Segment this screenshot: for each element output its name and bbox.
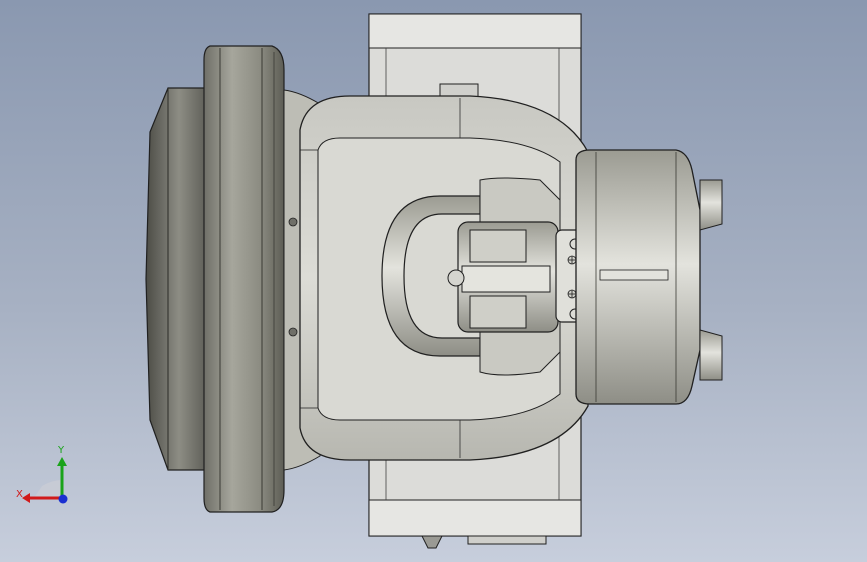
y-axis-arrowhead: [57, 457, 67, 466]
inner-shaft: [447, 221, 559, 333]
cad-model-robot-joint[interactable]: [0, 0, 867, 562]
motor-housing: [575, 149, 723, 405]
x-axis-arrowhead: [22, 493, 30, 503]
z-axis-dot: [58, 494, 68, 504]
x-axis-label: X: [16, 489, 23, 500]
triad-plane: [34, 480, 62, 498]
orientation-triad[interactable]: X Y: [12, 440, 76, 512]
end-cap: [145, 87, 213, 471]
graphics-viewport[interactable]: X Y: [0, 0, 867, 562]
y-axis-label: Y: [57, 445, 65, 456]
flange-disk: [203, 45, 285, 513]
